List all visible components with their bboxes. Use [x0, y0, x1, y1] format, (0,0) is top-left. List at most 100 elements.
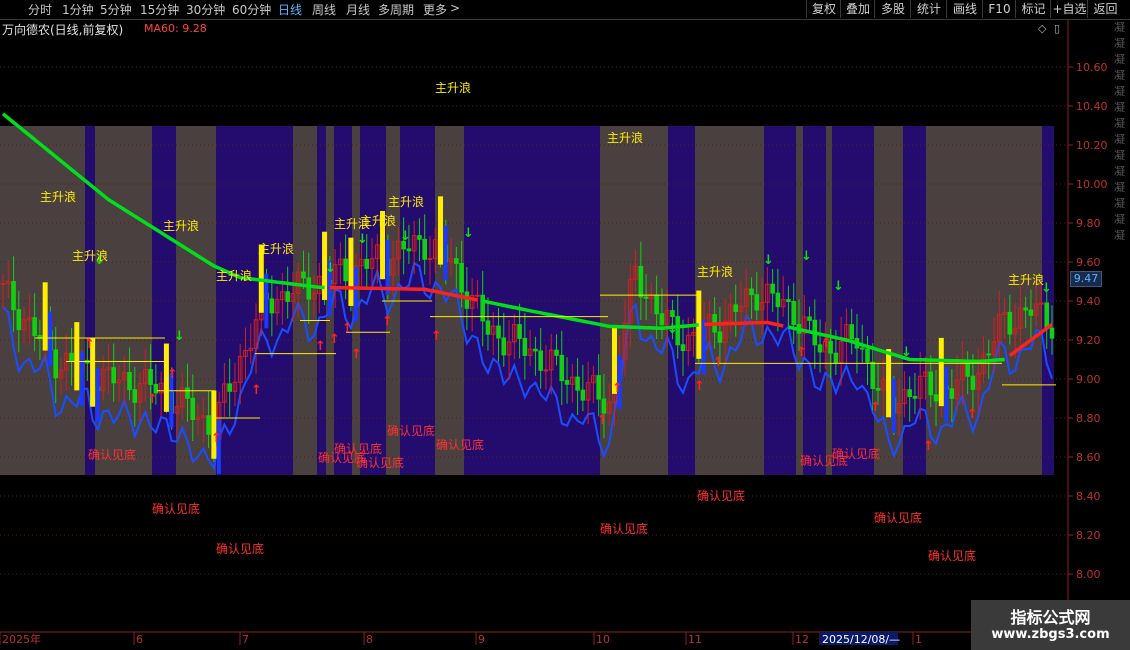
date-label: 7 [242, 633, 249, 646]
signal-bar-yellow [211, 390, 217, 459]
right-edge-glyph: 凝 [1114, 21, 1125, 34]
candle-body [928, 371, 934, 396]
signal-bar-blue [216, 419, 221, 475]
price-label: 10.60 [1076, 61, 1108, 74]
date-label: 2025年 [2, 632, 41, 646]
confirm-bottom-label: 确认见底 [356, 455, 404, 470]
candle-body [1023, 307, 1028, 311]
candle-body [501, 337, 507, 356]
confirm-bottom-label: 确认见底 [874, 510, 922, 525]
right-edge-glyph: 凝 [1114, 85, 1125, 98]
rise-wave-label: 主升浪 [388, 194, 424, 209]
candle-body [127, 372, 132, 391]
candle-body [285, 291, 290, 302]
candle-body [422, 238, 428, 260]
candle-body [949, 388, 955, 399]
rise-wave-label: 主升浪 [607, 130, 643, 145]
candle-body [770, 283, 775, 294]
buy-arrow-icon: ↑ [612, 381, 623, 396]
buy-arrow-icon: ↑ [84, 337, 95, 352]
price-label: 8.00 [1076, 568, 1101, 581]
signal-bar-blue [79, 351, 84, 406]
candle-body [970, 375, 976, 390]
price-label: 9.60 [1076, 256, 1101, 269]
candle-body [733, 304, 739, 313]
candle-body [480, 294, 485, 322]
buy-arrow-icon: ↑ [694, 379, 705, 394]
right-edge-panel: 凝凝凝凝凝凝凝凝凝凝凝凝凝凝 [1114, 20, 1130, 630]
right-edge-glyph: 凝 [1114, 53, 1125, 66]
candle-body [343, 258, 348, 282]
rise-wave-label: 主升浪 [216, 268, 252, 283]
confirm-bottom-label: 确认见底 [436, 437, 484, 452]
watermark: 指标公式网 www.zbgs3.com [971, 600, 1130, 650]
date-label: 9 [478, 633, 485, 646]
price-label: 10.40 [1076, 100, 1108, 113]
signal-bar-yellow [348, 237, 354, 306]
buy-arrow-icon: ↑ [147, 392, 158, 407]
sell-arrow-icon: ↓ [357, 232, 368, 247]
price-label: 8.20 [1076, 529, 1101, 542]
window-toggle-icon[interactable]: ▯ [1054, 22, 1060, 35]
right-edge-glyph: 凝 [1114, 165, 1125, 178]
rise-wave-label: 主升浪 [72, 248, 108, 263]
signal-bar-yellow [438, 196, 444, 265]
candle-body [865, 348, 870, 363]
trend-zone [95, 126, 152, 475]
candle-body [575, 376, 580, 391]
rise-wave-label: 主升浪 [163, 218, 199, 233]
trend-zone [216, 126, 293, 475]
candle-body [775, 292, 781, 308]
candle-body [1044, 302, 1050, 329]
candle-body [1049, 327, 1055, 339]
candle-body [485, 320, 491, 335]
diamond-icon[interactable]: ◇ [1038, 22, 1046, 35]
confirm-bottom-label: 确认见底 [697, 488, 745, 503]
rise-wave-label: 主升浪 [1008, 272, 1044, 287]
candle-body [206, 415, 211, 435]
buy-arrow-icon: ↑ [315, 339, 326, 354]
price-label: 8.60 [1076, 451, 1101, 464]
sell-arrow-icon: ↓ [763, 253, 774, 268]
candle-body [849, 324, 854, 340]
buy-arrow-icon: ↑ [167, 367, 178, 382]
trend-zone [796, 126, 803, 475]
candle-body [459, 262, 464, 293]
candle-body [986, 353, 992, 356]
candle-body [1007, 311, 1013, 335]
candle-body [32, 317, 37, 336]
price-label: 9.80 [1076, 217, 1101, 230]
signal-bar-yellow [42, 282, 48, 351]
candle-body [538, 350, 543, 371]
buy-arrow-icon: ↑ [382, 314, 393, 329]
candle-body [475, 294, 480, 297]
signal-bar-blue [353, 266, 358, 322]
right-edge-glyph: 凝 [1114, 37, 1125, 50]
candle-body [643, 296, 649, 299]
date-label: 2025/12/08/— [822, 633, 900, 646]
signal-bar-blue [385, 240, 390, 295]
candlestick-chart[interactable]: 10.60 10.40 10.20 10.00 9.80 9.60 9.40 9.20 9.00… [0, 0, 1130, 650]
signal-bar-blue [48, 311, 53, 367]
candle-body [807, 316, 812, 321]
candle-body [659, 313, 665, 326]
candle-body [517, 324, 522, 339]
right-edge-glyph: 凝 [1114, 133, 1125, 146]
confirm-bottom-label: 确认见底 [387, 423, 435, 438]
candle-body [717, 331, 723, 343]
candle-body [559, 354, 565, 382]
candle-body [749, 288, 754, 296]
candle-body [417, 235, 422, 240]
right-edge-glyph: 凝 [1114, 181, 1125, 194]
candle-body [907, 389, 912, 398]
date-label: 8 [366, 633, 373, 646]
candle-body [1028, 309, 1034, 316]
sell-arrow-icon: ↓ [174, 329, 185, 344]
candle-body [754, 294, 760, 311]
candle-body [464, 291, 470, 309]
rise-wave-label: 主升浪 [40, 189, 76, 204]
right-edge-glyph: 凝 [1114, 149, 1125, 162]
candle-body [301, 271, 306, 279]
candle-body [269, 298, 275, 314]
candle-body [596, 375, 601, 400]
